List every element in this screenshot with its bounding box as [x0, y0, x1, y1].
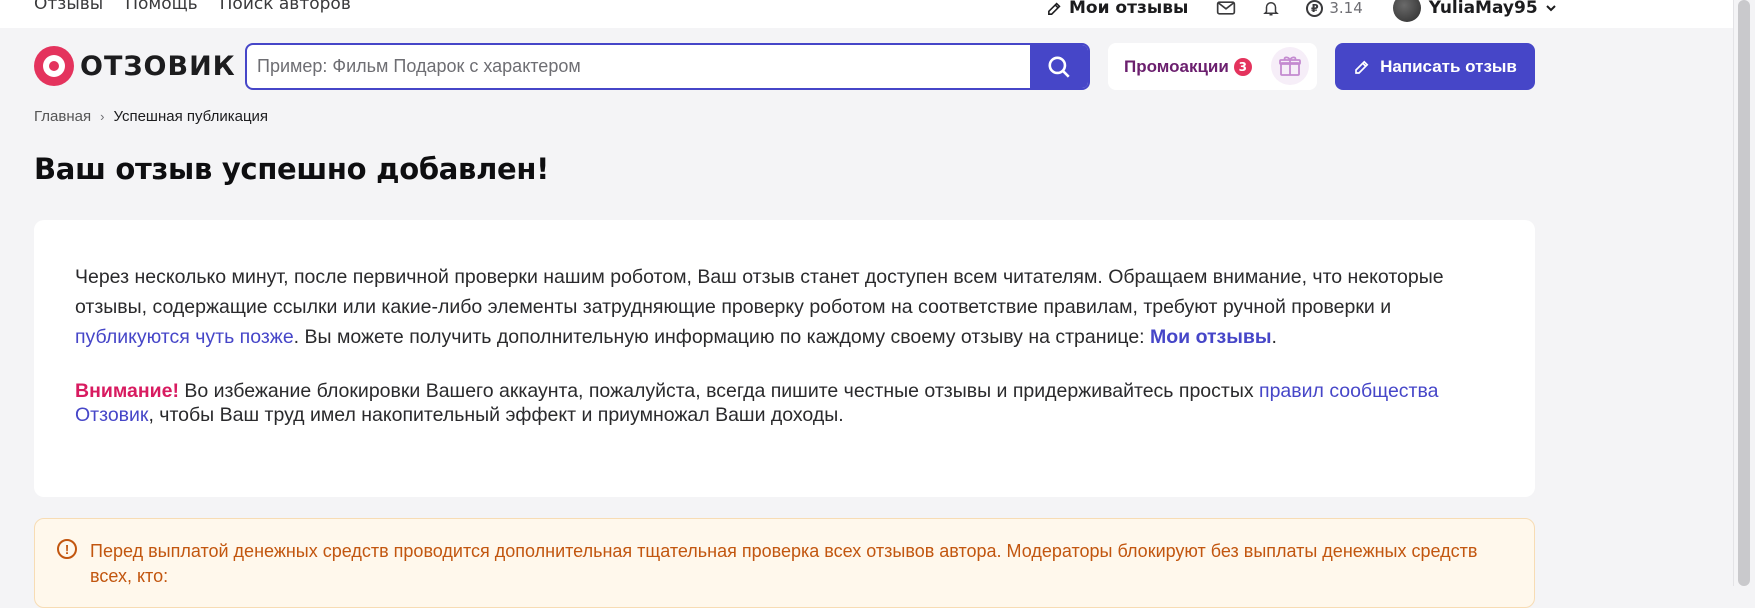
top-navigation-bar: Отзывы Помощь Поиск авторов Мои отзывы ₽… — [0, 0, 1733, 28]
top-nav-links: Отзывы Помощь Поиск авторов — [34, 0, 351, 14]
chevron-down-icon — [1545, 4, 1556, 12]
publication-info-text-1: Через несколько минут, после первичной п… — [75, 266, 1444, 318]
warning-text-1: Во избежание блокировки Вашего аккаунта,… — [178, 380, 1260, 402]
username: YuliaMay95 — [1428, 0, 1538, 18]
breadcrumb-current: Успешная публикация — [113, 108, 269, 125]
ruble-coin-icon: ₽ — [1306, 0, 1324, 17]
logo-mark-icon — [34, 46, 74, 86]
breadcrumb-separator: › — [100, 109, 105, 124]
payout-notice-text: Перед выплатой денежных средств проводит… — [90, 541, 1478, 586]
search-icon — [1046, 54, 1072, 80]
published-later-link[interactable]: публикуются чуть позже — [75, 326, 294, 348]
gift-icon — [1271, 47, 1309, 85]
mail-icon[interactable] — [1216, 0, 1236, 16]
promo-button[interactable]: Промоакции 3 — [1108, 43, 1317, 90]
user-menu[interactable]: YuliaMay95 — [1392, 0, 1556, 22]
balance[interactable]: ₽ 3.14 — [1306, 0, 1363, 17]
search-box — [245, 43, 1090, 90]
breadcrumb-home[interactable]: Главная — [34, 108, 91, 125]
site-logo[interactable]: ОТЗОВИК — [34, 46, 236, 86]
bell-icon[interactable] — [1262, 0, 1280, 18]
publication-info-text-2: . Вы можете получить дополнительную инфо… — [293, 326, 1151, 348]
promo-label: Промоакции — [1124, 56, 1229, 76]
header: ОТЗОВИК Промоакции 3 Написать отзыв — [0, 42, 1733, 94]
pencil-icon — [1353, 58, 1371, 76]
warning-text-2: , чтобы Ваш труд имел накопительный эффе… — [148, 404, 844, 426]
page-title: Ваш отзыв успешно добавлен! — [34, 152, 550, 186]
write-review-button[interactable]: Написать отзыв — [1335, 43, 1535, 90]
success-message-card: Через несколько минут, после первичной п… — [34, 220, 1535, 497]
publication-info-paragraph: Через несколько минут, после первичной п… — [75, 262, 1495, 352]
exclamation-circle-icon: ! — [57, 539, 77, 559]
my-reviews-label: Мои отзывы — [1069, 0, 1189, 18]
top-nav-user-area: Мои отзывы ₽ 3.14 YuliaMay95 — [1046, 0, 1556, 22]
logo-text: ОТЗОВИК — [80, 50, 236, 82]
top-nav-reviews[interactable]: Отзывы — [34, 0, 103, 14]
promo-count-badge: 3 — [1233, 57, 1252, 76]
top-nav-help[interactable]: Помощь — [125, 0, 197, 14]
write-review-label: Написать отзыв — [1380, 56, 1517, 76]
balance-value: 3.14 — [1329, 0, 1363, 17]
search-button[interactable] — [1030, 45, 1088, 88]
my-reviews-page-link[interactable]: Мои отзывы — [1150, 326, 1272, 348]
warning-paragraph: Внимание! Во избежание блокировки Вашего… — [75, 379, 1495, 427]
search-input[interactable] — [247, 45, 1037, 88]
breadcrumb: Главная › Успешная публикация — [34, 108, 268, 125]
pencil-icon — [1046, 0, 1063, 17]
avatar — [1392, 0, 1421, 22]
warning-label: Внимание! — [75, 380, 179, 402]
payout-notice: ! Перед выплатой денежных средств провод… — [34, 518, 1535, 608]
scrollbar-thumb[interactable] — [1738, 0, 1750, 586]
my-reviews-link[interactable]: Мои отзывы — [1046, 0, 1188, 18]
publication-info-text-3: . — [1271, 326, 1277, 348]
top-nav-search-authors[interactable]: Поиск авторов — [220, 0, 351, 14]
